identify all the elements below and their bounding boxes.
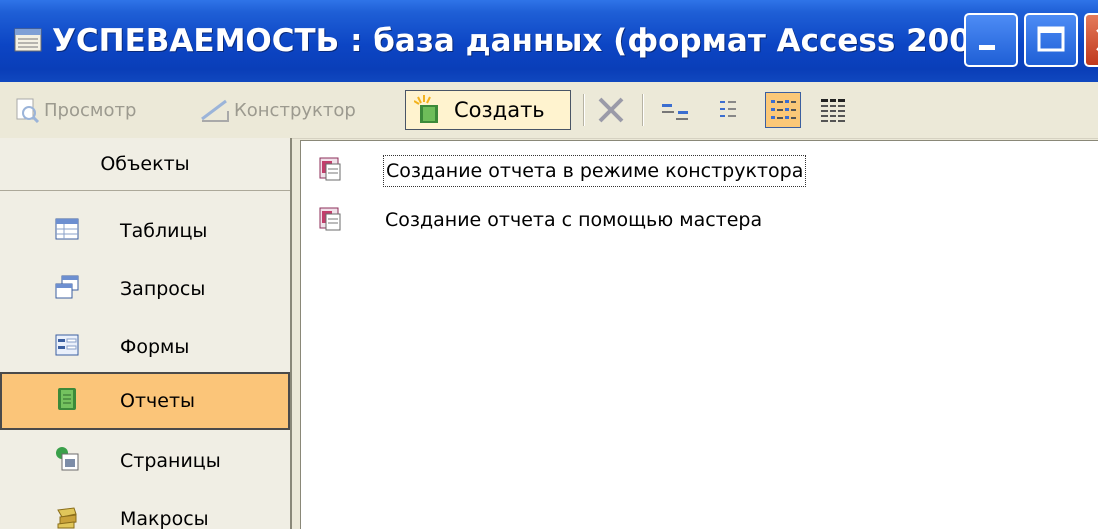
design-button[interactable]: Конструктор: [200, 82, 356, 138]
object-item-reports[interactable]: Отчеты: [0, 372, 290, 430]
design-label: Конструктор: [234, 99, 356, 121]
small-icons-button[interactable]: [716, 82, 746, 138]
object-item-queries[interactable]: Запросы: [0, 260, 290, 318]
object-item-tables[interactable]: Таблицы: [0, 202, 290, 260]
form-icon: [55, 334, 79, 356]
details-view-button[interactable]: [818, 82, 848, 138]
toolbar: Просмотр Конструктор Создать: [0, 82, 1098, 139]
create-button[interactable]: Создать: [405, 90, 571, 130]
minimize-icon: [979, 45, 995, 50]
large-icons-icon: [662, 104, 688, 120]
maximize-button[interactable]: [1024, 13, 1078, 67]
minimize-button[interactable]: [964, 13, 1018, 67]
database-icon: [14, 28, 42, 52]
object-item-pages[interactable]: Страницы: [0, 432, 290, 490]
table-icon: [55, 218, 79, 240]
report-wizard-icon: [319, 207, 341, 231]
database-window: УСПЕВАЕМОСТЬ : база данных (формат Acces…: [0, 0, 1098, 529]
object-item-label: Таблицы: [120, 220, 208, 242]
delete-icon: [598, 97, 624, 123]
objects-header[interactable]: Объекты: [0, 138, 290, 191]
window-title: УСПЕВАЕМОСТЬ : база данных (формат Acces…: [52, 23, 1007, 59]
toolbar-separator: [583, 94, 585, 126]
delete-button[interactable]: [596, 82, 626, 138]
details-view-icon: [821, 99, 845, 122]
objects-bar: Объекты Таблицы Запросы Формы Отчеты Стр…: [0, 138, 292, 529]
create-new-icon: [414, 95, 438, 123]
object-item-label: Страницы: [120, 450, 221, 472]
view-label: Просмотр: [44, 99, 137, 121]
title-bar[interactable]: УСПЕВАЕМОСТЬ : база данных (формат Acces…: [0, 0, 1098, 82]
object-item-label: Формы: [120, 336, 190, 358]
toolbar-separator: [642, 94, 644, 126]
close-button[interactable]: [1084, 13, 1098, 67]
object-item-macros[interactable]: Макросы: [0, 490, 290, 529]
list-item-label: Создание отчета с помощью мастера: [385, 209, 763, 231]
list-item[interactable]: Создание отчета с помощью мастера: [301, 199, 1098, 239]
object-item-label: Отчеты: [120, 390, 196, 412]
page-icon: [56, 447, 79, 471]
preview-icon: [16, 98, 40, 123]
large-icons-button[interactable]: [660, 82, 690, 138]
view-button[interactable]: Просмотр: [14, 82, 136, 138]
close-icon: [1096, 29, 1098, 51]
list-view-icon: [771, 100, 796, 119]
create-label: Создать: [454, 98, 545, 122]
object-item-forms[interactable]: Формы: [0, 318, 290, 376]
list-view-button[interactable]: [765, 92, 801, 128]
maximize-icon: [1037, 26, 1065, 52]
objects-list: Создание отчета в режиме конструктора Со…: [300, 140, 1098, 529]
object-item-label: Макросы: [120, 508, 209, 529]
design-icon: [201, 99, 229, 122]
object-item-label: Запросы: [120, 278, 206, 300]
small-icons-icon: [720, 101, 736, 117]
report-icon: [58, 388, 76, 410]
list-item[interactable]: Создание отчета в режиме конструктора: [301, 149, 1098, 189]
report-wizard-icon: [319, 157, 341, 181]
list-item-label: Создание отчета в режиме конструктора: [383, 155, 807, 187]
query-icon: [55, 275, 79, 299]
macro-icon: [57, 507, 77, 529]
